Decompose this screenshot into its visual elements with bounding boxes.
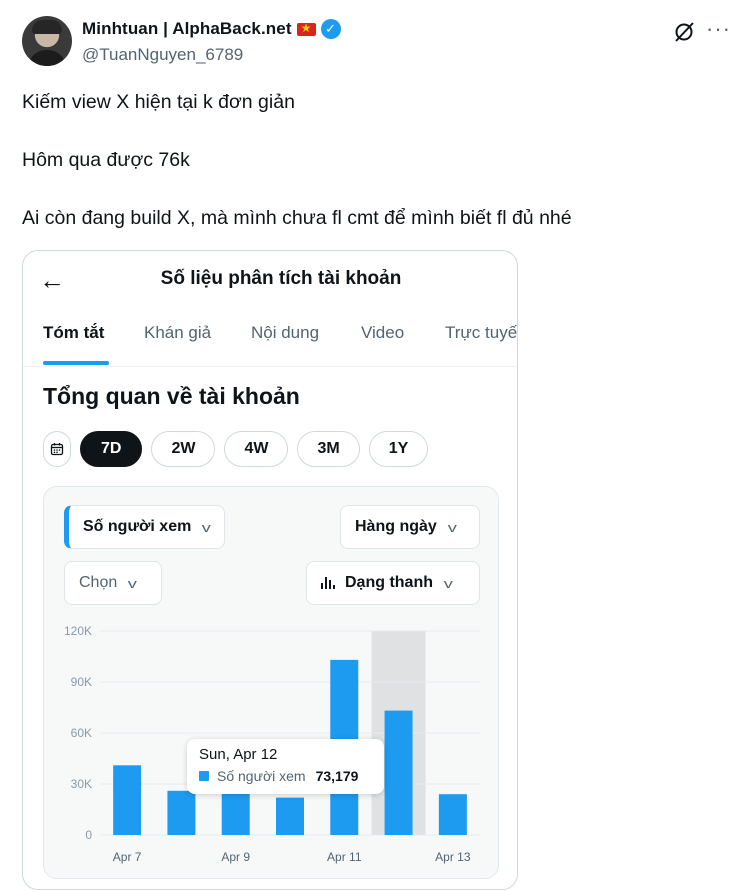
compare-dropdown-label: Chọn [79, 574, 118, 591]
chevron-down-icon: v [447, 519, 457, 535]
bar-chart-icon [321, 577, 335, 589]
x-tick-label: Apr 7 [113, 850, 142, 864]
range-7d-button[interactable]: 7D [80, 431, 143, 467]
y-tick-label: 120K [64, 624, 92, 638]
post-paragraph: Ai còn đang build X, mà mình chưa fl cmt… [22, 207, 572, 229]
y-tick-label: 60K [71, 726, 92, 740]
x-tick-label: Apr 9 [221, 850, 250, 864]
bar[interactable] [113, 765, 142, 835]
compare-dropdown[interactable]: Chọn v [64, 561, 162, 605]
bar[interactable] [384, 710, 413, 835]
author-name-row: Minhtuan | AlphaBack.net ✓ [82, 19, 341, 39]
interval-dropdown-label: Hàng ngày [355, 518, 437, 535]
overview-heading: Tổng quan về tài khoản [43, 383, 300, 409]
metric-dropdown-label: Số người xem [83, 518, 192, 535]
attached-screenshot[interactable]: ← Số liệu phân tích tài khoản Tóm tắt Kh… [22, 250, 518, 890]
tooltip-label: Số người xem [217, 768, 306, 784]
tooltip-swatch [199, 771, 209, 781]
bar[interactable] [167, 790, 196, 835]
y-tick-label: 0 [85, 828, 92, 842]
tweet: Minhtuan | AlphaBack.net ✓ @TuanNguyen_6… [0, 0, 746, 891]
y-tick-label: 30K [71, 777, 92, 791]
chart-type-dropdown-label: Dạng thanh [345, 574, 433, 591]
range-2w-button[interactable]: 2W [151, 431, 216, 467]
range-4w-button[interactable]: 4W [224, 431, 289, 467]
analytics-title: Số liệu phân tích tài khoản [160, 268, 402, 289]
chart-card: Số người xem v Hàng ngày v Chọn v Dạng t… [43, 486, 499, 879]
active-tab-indicator [43, 361, 109, 365]
post-text: Kiếm view X hiện tại k đơn giản Hôm qua … [22, 88, 572, 233]
tab-content[interactable]: Nội dung [251, 323, 319, 343]
tooltip-value: 73,179 [315, 768, 359, 784]
y-tick-label: 90K [71, 675, 92, 689]
bar[interactable] [438, 794, 467, 835]
chevron-down-icon: v [202, 519, 212, 535]
x-tick-label: Apr 13 [435, 850, 471, 864]
metric-dropdown[interactable]: Số người xem v [64, 505, 225, 549]
grok-icon[interactable] [672, 20, 696, 44]
more-icon[interactable]: ··· [706, 18, 731, 40]
vietnam-flag-icon [296, 21, 316, 36]
author-display-name[interactable]: Minhtuan | AlphaBack.net [82, 19, 292, 39]
chart-type-dropdown[interactable]: Dạng thanh v [306, 561, 480, 605]
avatar[interactable] [22, 16, 72, 66]
tab-live[interactable]: Trực tuyế [445, 323, 517, 343]
tab-audience[interactable]: Khán giả [144, 323, 211, 343]
post-paragraph: Hôm qua được 76k [22, 149, 190, 171]
post-paragraph: Kiếm view X hiện tại k đơn giản [22, 91, 295, 113]
range-1y-button[interactable]: 1Y [368, 431, 429, 467]
analytics-tabs: Tóm tắt Khán giả Nội dung Video Trực tuy… [23, 319, 517, 367]
calendar-icon[interactable] [43, 431, 71, 467]
tab-video[interactable]: Video [361, 323, 404, 343]
author-handle[interactable]: @TuanNguyen_6789 [82, 45, 243, 65]
x-tick-label: Apr 11 [327, 850, 362, 864]
chart-tooltip: Sun, Apr 12 Số người xem 73,179 [187, 739, 384, 794]
bar[interactable] [276, 797, 304, 835]
tooltip-date: Sun, Apr 12 [199, 746, 278, 763]
tab-summary[interactable]: Tóm tắt [43, 323, 104, 343]
range-3m-button[interactable]: 3M [297, 431, 360, 467]
chevron-down-icon: v [443, 575, 453, 591]
chevron-down-icon: v [127, 575, 138, 591]
verified-badge-icon: ✓ [320, 19, 341, 39]
date-range-selector: 7D 2W 4W 3M 1Y [43, 431, 429, 467]
interval-dropdown[interactable]: Hàng ngày v [340, 505, 480, 549]
